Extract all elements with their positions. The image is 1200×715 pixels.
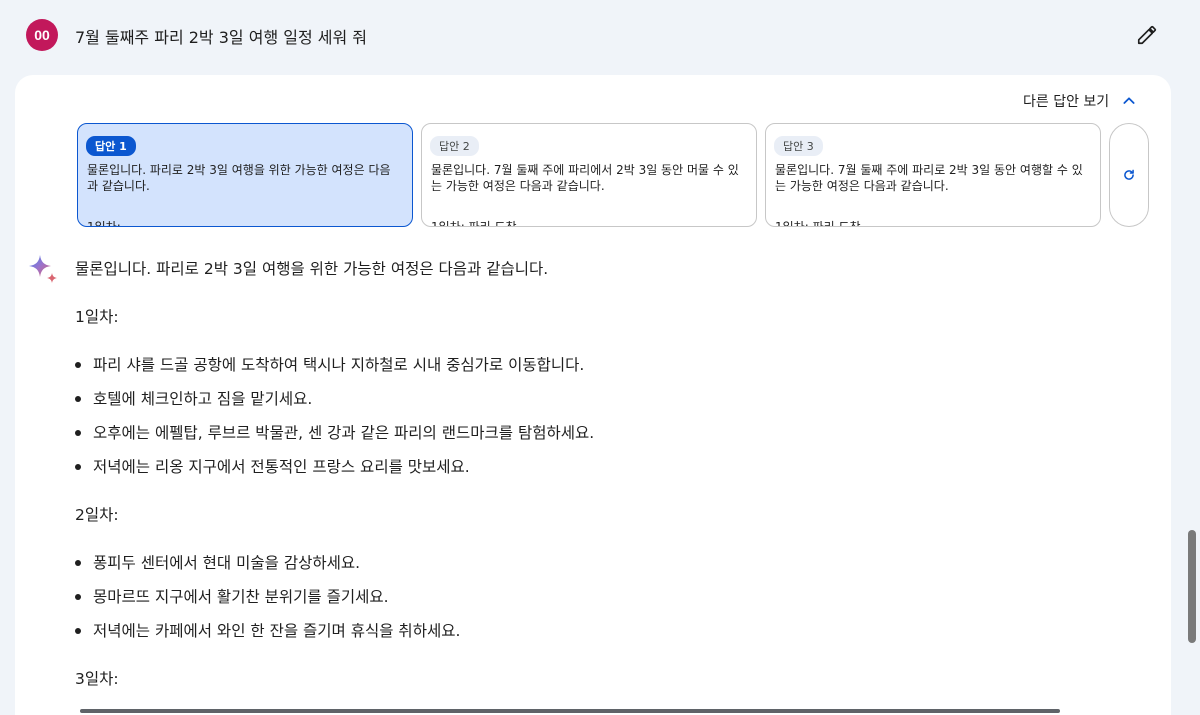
day-heading: 3일차: <box>75 670 119 688</box>
draft-preview-text: 물론입니다. 7월 둘째 주에 파리에서 2박 3일 동안 머물 수 있는 가능… <box>431 163 739 193</box>
day-heading: 2일차: <box>75 506 119 524</box>
response-card: 다른 답안 보기 답안 1 물론입니다. 파리로 2박 3일 여행을 위한 가능… <box>15 75 1171 715</box>
pencil-icon <box>1137 25 1157 45</box>
draft-label: 답안 1 <box>86 136 136 156</box>
list-item: 호텔에 체크인하고 짐을 맡기세요. <box>74 387 312 409</box>
chat-page: 00 7월 둘째주 파리 2박 3일 여행 일정 세워 줘 다른 답안 보기 답… <box>0 0 1200 715</box>
list-item: 파리 샤를 드골 공항에 도착하여 택시나 지하철로 시내 중심가로 이동합니다… <box>74 353 584 375</box>
draft-label: 답안 2 <box>430 136 479 156</box>
list-item: 저녁에는 리옹 지구에서 전통적인 프랑스 요리를 맛보세요. <box>75 455 470 477</box>
list-item: 오후에는 에펠탑, 루브르 박물관, 센 강과 같은 파리의 랜드마크를 탐험하… <box>74 421 594 443</box>
user-prompt-text: 7월 둘째주 파리 2박 3일 여행 일정 세워 줘 <box>75 28 368 47</box>
draft-preview-day: 1일차: 파리 도착 <box>431 220 517 227</box>
list-item: 퐁피두 센터에서 현대 미술을 감상하세요. <box>74 551 360 573</box>
draft-preview-text: 물론입니다. 파리로 2박 3일 여행을 위한 가능한 여정은 다음과 같습니다… <box>87 163 391 193</box>
draft-label: 답안 3 <box>774 136 823 156</box>
list-item: 몽마르뜨 지구에서 활기찬 분위기를 즐기세요. <box>75 585 389 607</box>
user-prompt-row: 00 7월 둘째주 파리 2박 3일 여행 일정 세워 줘 <box>0 0 1186 70</box>
draft-preview-text: 물론입니다. 7월 둘째 주에 파리로 2박 3일 동안 여행할 수 있는 가능… <box>775 163 1083 193</box>
draft-card-2[interactable]: 답안 2 물론입니다. 7월 둘째 주에 파리에서 2박 3일 동안 머물 수 … <box>421 123 757 227</box>
show-drafts-toggle[interactable]: 다른 답안 보기 <box>1023 89 1137 113</box>
draft-card-1[interactable]: 답안 1 물론입니다. 파리로 2박 3일 여행을 위한 가능한 여정은 다음과… <box>77 123 413 227</box>
avatar[interactable]: 00 <box>26 19 58 51</box>
draft-preview-day: 1일차: 파리 도착 <box>775 220 861 227</box>
list-item: 저녁에는 카페에서 와인 한 잔을 즐기며 휴식을 취하세요. <box>74 619 460 641</box>
draft-card-3[interactable]: 답안 3 물론입니다. 7월 둘째 주에 파리로 2박 3일 동안 여행할 수 … <box>765 123 1101 227</box>
answer-intro: 물론입니다. 파리로 2박 3일 여행을 위한 가능한 여정은 다음과 같습니다… <box>75 260 549 278</box>
edit-prompt-button[interactable] <box>1132 20 1162 50</box>
regenerate-drafts-button[interactable] <box>1109 123 1149 227</box>
draft-preview-day: 1일차: <box>87 220 121 227</box>
refresh-icon <box>1124 169 1134 180</box>
input-area-edge <box>80 709 1060 713</box>
show-drafts-label: 다른 답안 보기 <box>1023 94 1110 110</box>
scrollbar-thumb[interactable] <box>1188 530 1196 643</box>
sparkle-icon <box>29 255 57 283</box>
day-heading: 1일차: <box>75 308 119 326</box>
chevron-up-icon <box>1123 97 1135 104</box>
